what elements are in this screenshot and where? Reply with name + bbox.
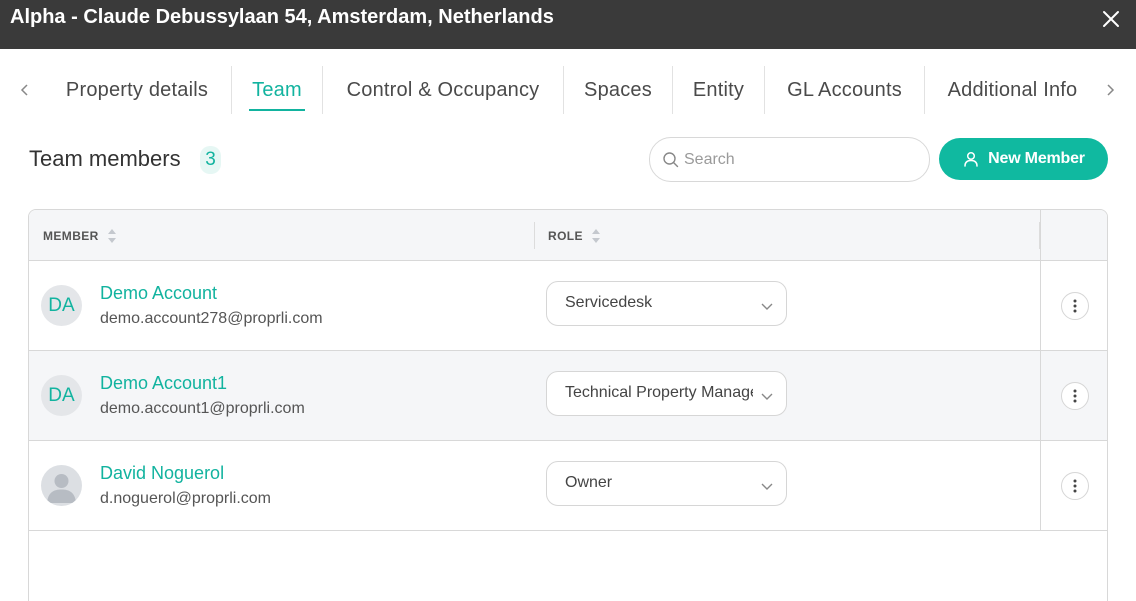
role-select[interactable]: Servicedesk (546, 281, 787, 326)
avatar (41, 465, 82, 506)
table-row: DA Demo Account1 demo.account1@proprli.c… (29, 351, 1107, 441)
column-divider (534, 222, 535, 249)
sort-icon[interactable] (107, 226, 117, 246)
tab-bar: Property details Team Control & Occupanc… (0, 66, 1136, 114)
avatar: DA (41, 375, 82, 416)
chevron-down-icon (760, 388, 774, 400)
member-name[interactable]: David Noguerol (100, 463, 224, 484)
member-name[interactable]: Demo Account1 (100, 373, 227, 394)
column-header-role-label: ROLE (548, 228, 583, 243)
chevron-right-icon[interactable] (1099, 66, 1121, 114)
section-title: Team members (29, 146, 181, 171)
more-vertical-icon (1073, 389, 1077, 403)
chevron-left-icon[interactable] (14, 66, 36, 114)
sort-icon[interactable] (591, 226, 601, 246)
more-options-button[interactable] (1061, 472, 1089, 500)
more-vertical-icon (1073, 479, 1077, 493)
new-member-button[interactable]: New Member (939, 138, 1108, 180)
tab-control-occupancy[interactable]: Control & Occupancy (323, 66, 563, 114)
tab-spaces[interactable]: Spaces (564, 66, 672, 114)
role-select[interactable]: Owner (546, 461, 787, 506)
column-header-member-label: MEMBER (43, 228, 99, 243)
search-input[interactable] (684, 146, 919, 174)
window-titlebar: Alpha - Claude Debussylaan 54, Amsterdam… (0, 0, 1136, 49)
table-row: DA Demo Account demo.account278@proprli.… (29, 261, 1107, 351)
column-divider (1040, 210, 1041, 531)
tab-entity[interactable]: Entity (673, 66, 764, 114)
role-select-value: Owner (565, 474, 613, 491)
close-icon[interactable] (1096, 4, 1126, 34)
chevron-down-icon (760, 298, 774, 310)
chevron-down-icon (760, 478, 774, 490)
member-email: d.noguerol@proprli.com (100, 490, 271, 507)
avatar: DA (41, 285, 82, 326)
more-options-button[interactable] (1061, 382, 1089, 410)
tab-team[interactable]: Team (232, 66, 322, 114)
search-box[interactable] (649, 137, 930, 182)
role-select[interactable]: Technical Property Manager (546, 371, 787, 416)
role-select-value: Servicedesk (565, 294, 653, 311)
window-title: Alpha - Claude Debussylaan 54, Amsterdam… (10, 6, 554, 28)
tab-property-details[interactable]: Property details (43, 66, 231, 114)
member-email: demo.account278@proprli.com (100, 310, 323, 327)
member-email: demo.account1@proprli.com (100, 400, 305, 417)
user-placeholder-icon (47, 474, 76, 503)
more-options-button[interactable] (1061, 292, 1089, 320)
new-member-label: New Member (988, 150, 1085, 167)
tab-gl-accounts[interactable]: GL Accounts (765, 66, 924, 114)
more-vertical-icon (1073, 299, 1077, 313)
user-icon (962, 150, 980, 168)
column-header-role[interactable]: ROLE (548, 210, 601, 261)
team-table: MEMBER ROLE DA Demo Account demo.account… (28, 209, 1108, 601)
tab-additional-info[interactable]: Additional Info (925, 66, 1100, 114)
table-row: David Noguerol d.noguerol@proprli.com Ow… (29, 441, 1107, 531)
column-header-member[interactable]: MEMBER (43, 210, 117, 261)
table-header: MEMBER ROLE (29, 210, 1107, 261)
member-count-badge: 3 (200, 146, 221, 174)
role-select-value: Technical Property Manager (565, 384, 753, 401)
member-name[interactable]: Demo Account (100, 283, 217, 304)
search-icon (662, 151, 680, 169)
